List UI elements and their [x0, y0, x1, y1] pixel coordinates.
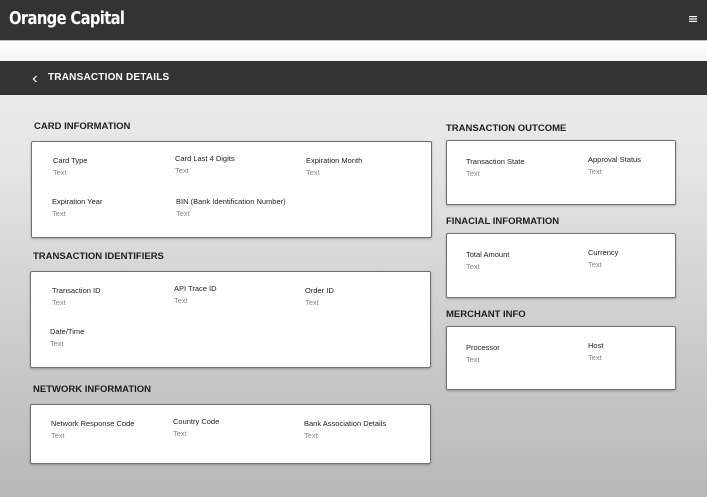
field-label: Country Code: [173, 417, 220, 426]
field-label: API Trace ID: [174, 284, 217, 293]
field-value: Text: [51, 431, 65, 440]
field-label: Expiration Month: [306, 156, 363, 165]
field-total-amount: Total Amount Text: [466, 250, 509, 272]
hamburger-icon[interactable]: [688, 14, 698, 24]
brand-logo[interactable]: Orange Capital: [9, 8, 125, 29]
field-network-response-code: Network Response Code Text: [51, 419, 134, 441]
card-info-title: CARD INFORMATION: [34, 121, 131, 132]
field-date-time: Date/Time Text: [50, 327, 84, 349]
field-transaction-state: Transaction State Text: [466, 157, 525, 179]
top-bar: Orange Capital: [0, 0, 707, 40]
network-panel: Network Response Code Text Country Code …: [30, 404, 431, 464]
field-bank-association: Bank Association Details Text: [304, 419, 386, 441]
field-value: Text: [175, 166, 189, 175]
field-label: Transaction ID: [52, 286, 101, 295]
field-host: Host Text: [588, 341, 603, 363]
field-value: Text: [466, 169, 480, 178]
field-label: Currency: [588, 248, 619, 257]
chevron-left-icon[interactable]: [31, 74, 39, 84]
field-label: Transaction State: [466, 157, 525, 166]
field-country-code: Country Code Text: [173, 417, 219, 439]
field-label: Processor: [466, 343, 500, 352]
field-value: Text: [52, 298, 66, 307]
field-card-type: Card Type Text: [53, 156, 87, 178]
field-expiration-year: Expiration Year Text: [52, 197, 102, 219]
field-value: Text: [466, 262, 480, 271]
network-title: NETWORK INFORMATION: [33, 384, 152, 395]
field-label: Approval Status: [588, 155, 641, 164]
field-label: BIN (Bank Identification Number): [176, 197, 286, 206]
field-label: Expiration Year: [52, 197, 103, 206]
field-value: Text: [53, 168, 67, 177]
merchant-panel: Processor Text Host Text: [446, 326, 676, 390]
field-bin: BIN (Bank Identification Number) Text: [176, 197, 286, 219]
field-value: Text: [52, 209, 66, 218]
page-title: TRANSACTION DETAILS: [48, 72, 170, 83]
field-label: Host: [588, 341, 604, 350]
field-label: Total Amount: [466, 250, 510, 259]
page-header: TRANSACTION DETAILS: [0, 61, 707, 95]
sub-header-strip: [0, 40, 707, 61]
field-label: Order ID: [305, 286, 334, 295]
outcome-panel: Transaction State Text Approval Status T…: [446, 140, 676, 205]
field-currency: Currency Text: [588, 248, 618, 270]
field-value: Text: [50, 339, 64, 348]
field-value: Text: [466, 355, 480, 364]
field-value: Text: [305, 298, 319, 307]
field-api-trace-id: API Trace ID Text: [174, 284, 217, 306]
financial-title: FINACIAL INFORMATION: [446, 216, 560, 227]
field-value: Text: [174, 296, 188, 305]
field-label: Bank Association Details: [304, 419, 387, 428]
identifiers-title: TRANSACTION IDENTIFIERS: [33, 251, 164, 262]
financial-panel: Total Amount Text Currency Text: [446, 233, 676, 298]
card-info-panel: Card Type Text Card Last 4 Digits Text E…: [31, 141, 432, 238]
identifiers-panel: Transaction ID Text API Trace ID Text Or…: [30, 271, 431, 368]
field-value: Text: [588, 353, 602, 362]
field-approval-status: Approval Status Text: [588, 155, 641, 177]
field-value: Text: [588, 260, 602, 269]
field-value: Text: [306, 168, 320, 177]
field-value: Text: [176, 209, 190, 218]
field-label: Date/Time: [50, 327, 85, 336]
field-expiration-month: Expiration Month Text: [306, 156, 362, 178]
field-value: Text: [173, 429, 187, 438]
field-label: Card Type: [53, 156, 88, 165]
merchant-title: MERCHANT INFO: [446, 309, 526, 320]
field-transaction-id: Transaction ID Text: [52, 286, 101, 308]
field-label: Network Response Code: [51, 419, 135, 428]
field-value: Text: [588, 167, 602, 176]
field-value: Text: [304, 431, 318, 440]
field-processor: Processor Text: [466, 343, 500, 365]
field-card-last-4: Card Last 4 Digits Text: [175, 154, 235, 176]
field-label: Card Last 4 Digits: [175, 154, 235, 163]
field-order-id: Order ID Text: [305, 286, 334, 308]
outcome-title: TRANSACTION OUTCOME: [446, 123, 567, 134]
